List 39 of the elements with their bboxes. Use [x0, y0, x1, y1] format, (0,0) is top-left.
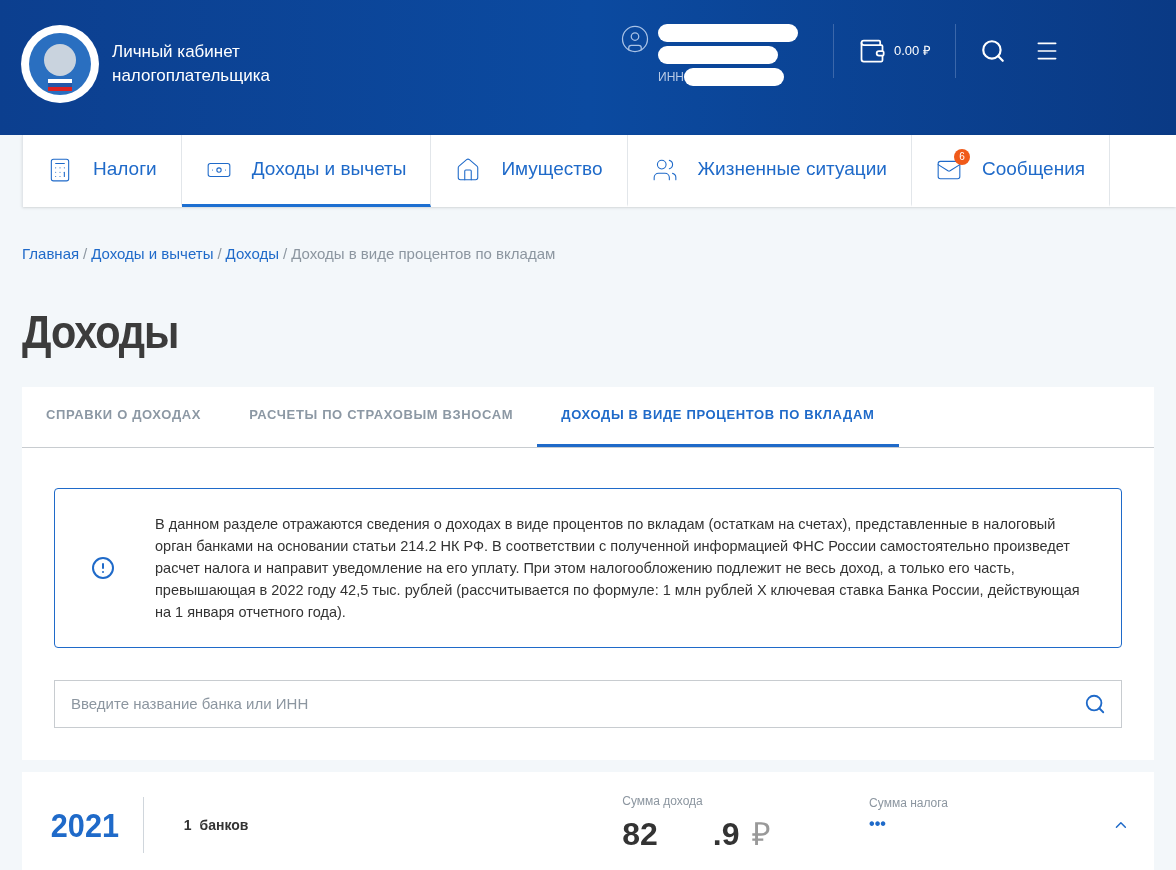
- notification-badge: 6: [953, 148, 970, 165]
- nav-tab[interactable]: 6 Сообщения: [911, 135, 1111, 207]
- income-label: Сумма дохода: [622, 793, 704, 810]
- balance-amount: 0.00 ₽: [894, 42, 931, 61]
- bank-count: 1: [183, 815, 192, 835]
- breadcrumb-link[interactable]: Доходы и вычеты: [91, 243, 214, 266]
- nav-tab[interactable]: Имущество: [431, 135, 628, 207]
- info-icon: [91, 555, 115, 580]
- nav-tab[interactable]: Жизненные ситуации: [627, 135, 912, 207]
- breadcrumb-current: Доходы в виде процентов по вкладам: [291, 244, 556, 264]
- user-icon[interactable]: [620, 24, 650, 54]
- section-tab[interactable]: РАСЧЕТЫ ПО СТРАХОВЫМ ВЗНОСАМ: [249, 386, 514, 447]
- year-label: 2021: [50, 804, 120, 846]
- emblem-icon: [20, 24, 100, 104]
- income-amount-fraction: .9: [712, 815, 740, 854]
- info-text: В данном разделе отражаются сведения о доходах в виде процентов по вкладам (остаткам на счетах), представленные в налоговый орган банками на основании статьи 214.2 НК РФ. В соответствии с полученной информацией ФНС России самостоятельно произведет расчет налога и направит уведомление на его уплату. При этом налогообложению подлежит не весь доход, а только его часть, превышающая в 2022 году 42,5 тыс. рублей (рассчитывается по формуле: 1 млн рублей Х ключевая ставка Банка России, действующая на 1 января отчетного года).: [154, 514, 1081, 622]
- bank-search-field[interactable]: Введите название банка или ИНН: [54, 679, 1122, 728]
- breadcrumb-separator: /: [283, 244, 288, 264]
- tax-amount: •••: [869, 814, 887, 834]
- bank-count-unit: банков: [199, 815, 249, 835]
- search-icon[interactable]: [979, 38, 1006, 64]
- nav-tab[interactable]: Налоги: [23, 135, 182, 207]
- page-title: Доходы: [22, 304, 180, 360]
- year-row[interactable]: 2021 1 банков Сумма дохода 82 .9 ₽ Сумма налога •••: [22, 771, 1154, 870]
- nav-tab[interactable]: Доходы и вычеты: [181, 135, 432, 207]
- search-icon[interactable]: [1084, 692, 1106, 715]
- inn-label: ИНН: [658, 69, 684, 86]
- breadcrumb-link[interactable]: Главная: [22, 243, 80, 266]
- tax-label: Сумма налога: [869, 795, 950, 812]
- wallet-icon[interactable]: [858, 37, 886, 65]
- breadcrumb-link[interactable]: Доходы: [225, 243, 279, 266]
- app-title: Личный кабинет: [112, 41, 241, 63]
- income-amount: 82: [622, 815, 658, 854]
- currency-sign: ₽: [751, 815, 771, 854]
- section-tab[interactable]: ДОХОДЫ В ВИДЕ ПРОЦЕНТОВ ПО ВКЛАДАМ: [537, 386, 899, 447]
- app-subtitle: налогоплательщика: [112, 65, 270, 87]
- section-tab[interactable]: СПРАВКИ О ДОХОДАХ: [46, 386, 202, 447]
- breadcrumb-separator: /: [217, 244, 222, 264]
- breadcrumb-separator: /: [83, 244, 88, 264]
